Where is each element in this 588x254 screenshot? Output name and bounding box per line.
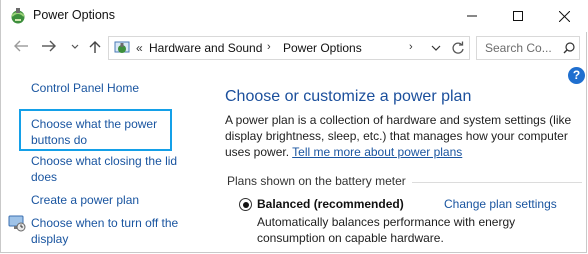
- breadcrumb-overflow[interactable]: «: [136, 41, 143, 55]
- back-arrow-icon: [14, 40, 28, 52]
- title-bar: Power Options: [1, 0, 588, 32]
- breadcrumb-hardware-and-sound[interactable]: Hardware and Sound: [149, 41, 262, 55]
- control-panel-home-link[interactable]: Control Panel Home: [31, 80, 139, 96]
- power-options-app-icon: [11, 8, 25, 24]
- maximize-icon: [513, 11, 523, 21]
- refresh-icon[interactable]: [451, 41, 465, 55]
- forward-button[interactable]: [39, 40, 59, 56]
- close-button[interactable]: [541, 0, 587, 32]
- page-description: A power plan is a collection of hardware…: [225, 112, 581, 160]
- power-buttons-link[interactable]: Choose what the power buttons do: [31, 116, 157, 148]
- balanced-plan-radio[interactable]: [239, 198, 252, 211]
- back-button[interactable]: [11, 40, 31, 56]
- page-title: Choose or customize a power plan: [225, 88, 472, 105]
- up-arrow-icon: [89, 41, 101, 53]
- plan-description: Automatically balances performance with …: [257, 215, 516, 245]
- up-button[interactable]: [85, 40, 105, 56]
- power-buttons-link-line2: buttons do: [31, 133, 88, 147]
- turn-off-display-link[interactable]: Choose when to turn off the display: [31, 215, 178, 247]
- close-icon: [558, 10, 570, 22]
- breadcrumb-separator[interactable]: ›: [409, 41, 413, 53]
- turn-off-display-link-line1: Choose when to turn off the: [31, 216, 179, 230]
- search-placeholder: Search Co...: [485, 41, 552, 55]
- breadcrumb-separator[interactable]: ›: [267, 41, 271, 53]
- closing-lid-link-line2: does: [31, 170, 58, 184]
- search-box[interactable]: Search Co...: [476, 36, 580, 60]
- minimize-icon: [467, 15, 477, 17]
- change-plan-settings-link[interactable]: Change plan settings: [444, 197, 557, 211]
- address-dropdown-icon[interactable]: [431, 43, 441, 53]
- power-buttons-link-line1: Choose what the power: [31, 117, 158, 131]
- minimize-button[interactable]: [449, 0, 495, 32]
- group-divider: [412, 182, 582, 183]
- recent-locations-button[interactable]: [65, 40, 85, 56]
- power-options-window: Power Options « Hardware and Sound › Pow…: [0, 0, 588, 253]
- address-bar[interactable]: « Hardware and Sound › Power Options ›: [108, 36, 470, 60]
- closing-lid-link[interactable]: Choose what closing the lid does: [31, 153, 177, 185]
- closing-lid-link-line1: Choose what closing the lid: [31, 154, 178, 168]
- plan-name[interactable]: Balanced (recommended): [257, 197, 404, 211]
- turn-off-display-link-line2: display: [31, 232, 69, 246]
- help-icon[interactable]: ?: [568, 67, 585, 84]
- forward-arrow-icon: [42, 40, 56, 52]
- window-title: Power Options: [33, 8, 115, 22]
- maximize-button[interactable]: [495, 0, 541, 32]
- breadcrumb-power-options[interactable]: Power Options: [283, 41, 362, 55]
- learn-more-link[interactable]: Tell me more about power plans: [292, 145, 462, 159]
- search-icon[interactable]: [563, 42, 575, 54]
- chevron-down-icon: [71, 44, 79, 49]
- create-power-plan-link[interactable]: Create a power plan: [31, 192, 139, 208]
- control-panel-icon: [114, 41, 130, 53]
- display-settings-icon: [8, 215, 26, 232]
- plans-group-label: Plans shown on the battery meter: [227, 174, 406, 188]
